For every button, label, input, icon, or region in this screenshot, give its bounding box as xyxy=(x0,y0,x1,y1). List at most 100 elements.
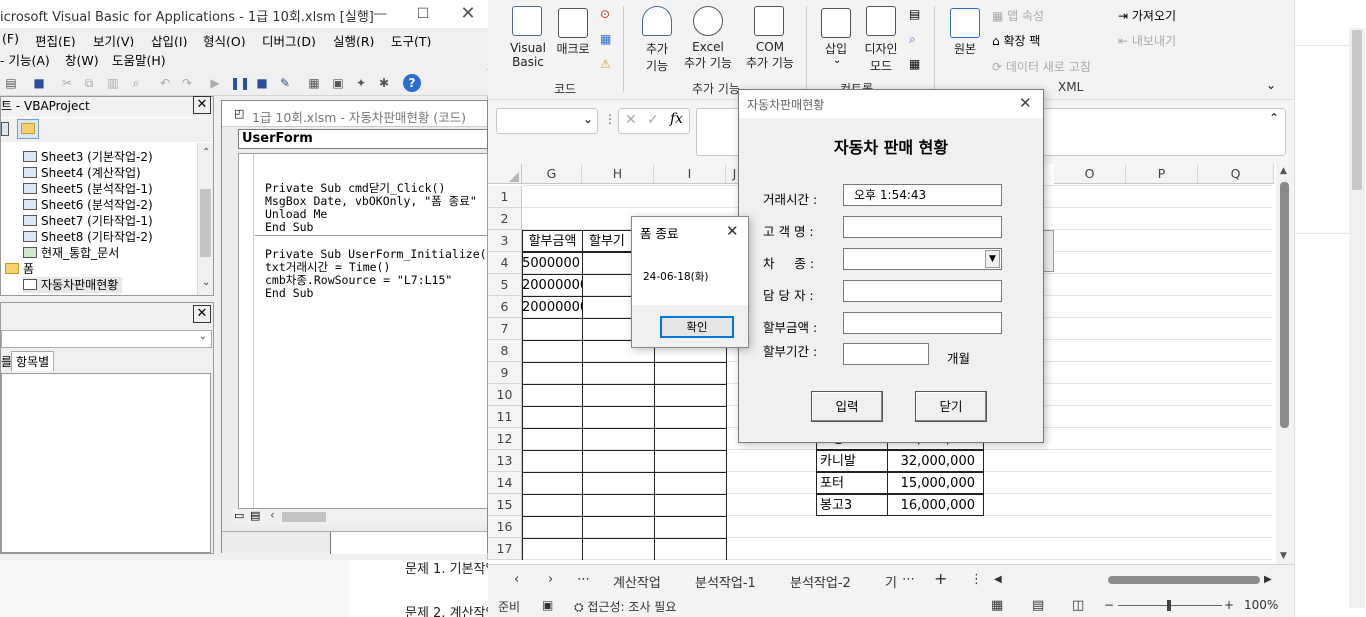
expansion-pack-button[interactable]: ⌂ 확장 팩 xyxy=(992,32,1040,49)
page-break-icon[interactable]: ◫ xyxy=(1072,598,1084,613)
sheet-button-shape[interactable] xyxy=(1044,230,1054,272)
column-header[interactable]: H xyxy=(582,164,654,184)
view-code-icon[interactable]: ⌕ xyxy=(909,32,916,47)
hscroll-left-icon[interactable]: ◀ xyxy=(994,574,1002,585)
amount-field[interactable] xyxy=(843,312,1002,334)
tree-folder-forms[interactable]: 폼 xyxy=(5,261,34,277)
tree-item[interactable]: Sheet4 (계산작업) xyxy=(23,165,141,181)
ribbon-collapse-icon[interactable]: ⌄ xyxy=(1266,78,1276,92)
tree-item[interactable]: 현재_통합_문서 xyxy=(23,245,119,261)
design-mode-icon[interactable]: ✎ xyxy=(276,74,294,92)
zoom-slider[interactable] xyxy=(1118,600,1222,611)
zoom-in-icon[interactable]: + xyxy=(1224,598,1234,612)
copy-icon[interactable]: ⧉ xyxy=(80,74,98,92)
cancel-icon[interactable]: ✕ xyxy=(625,112,637,128)
tab-sheet[interactable]: 계산작업 xyxy=(613,572,661,591)
cell-m13[interactable]: 32,000,000 xyxy=(887,450,984,472)
row-header[interactable]: 5 xyxy=(488,274,522,296)
cell-m15[interactable]: 16,000,000 xyxy=(887,494,984,516)
scroll-up-icon[interactable]: ▲ xyxy=(1280,166,1287,176)
row-header[interactable]: 10 xyxy=(488,384,522,406)
menu-file[interactable]: (F) xyxy=(2,31,19,46)
run-icon[interactable]: ▶ xyxy=(206,74,224,92)
insert-function-icon[interactable]: fx xyxy=(670,111,683,127)
row-header[interactable]: 17 xyxy=(488,538,522,560)
project-explorer-icon[interactable]: ▦ xyxy=(305,74,323,92)
select-all-corner[interactable] xyxy=(488,164,522,184)
tab-categorized[interactable]: 항목별 xyxy=(11,351,55,371)
toolbox-icon[interactable]: ✱ xyxy=(375,74,393,92)
code-editor[interactable]: Private Sub cmd닫기_Click() MsgBox Date, v… xyxy=(238,153,493,509)
close-icon[interactable]: ✕ xyxy=(458,4,478,24)
row-header[interactable]: 12 xyxy=(488,428,522,450)
customer-field[interactable] xyxy=(843,216,1002,238)
cell-g3[interactable]: 할부금액 xyxy=(522,230,583,252)
menu-window[interactable]: 창(W) xyxy=(65,50,99,69)
accessibility-status[interactable]: ⛭ 접근성: 조사 필요 xyxy=(574,598,676,615)
add-sheet-icon[interactable]: + xyxy=(934,569,947,588)
paste-icon[interactable]: ▥ xyxy=(104,74,122,92)
grid-vscroll[interactable]: ▲ ▼ xyxy=(1276,164,1294,564)
hscroll-thumb[interactable] xyxy=(1108,576,1260,584)
macro-security-icon[interactable]: ⚠ xyxy=(600,57,611,71)
column-header[interactable]: I xyxy=(654,164,726,184)
row-header[interactable]: 1 xyxy=(488,186,522,208)
name-box[interactable]: ⌄ xyxy=(496,108,598,134)
tree-item[interactable]: Sheet3 (기본작업-2) xyxy=(23,149,153,165)
record-macro-icon[interactable]: ⊙ xyxy=(600,7,610,21)
import-button[interactable]: ⇥ 가져오기 xyxy=(1118,7,1176,24)
cell-g6[interactable]: 20000000 xyxy=(522,297,582,319)
model-combobox[interactable]: ▼ xyxy=(843,248,1002,270)
more-sheets-icon[interactable]: ⋯ xyxy=(902,572,915,587)
column-header[interactable]: G xyxy=(522,164,582,184)
panel-close-icon[interactable]: ✕ xyxy=(193,305,211,323)
source-button[interactable]: 원본 xyxy=(946,40,984,57)
reset-icon[interactable]: ■ xyxy=(253,74,271,92)
row-header[interactable]: 11 xyxy=(488,406,522,428)
row-header[interactable]: 3 xyxy=(488,230,522,252)
redo-icon[interactable]: ↷ xyxy=(178,74,196,92)
map-properties-button[interactable]: ▦ 맵 속성 xyxy=(992,7,1044,24)
cell-l14[interactable]: 포터 xyxy=(816,472,888,494)
excel-addins-button[interactable]: Excel 추가 기능 xyxy=(680,40,736,71)
dropdown-arrow-icon[interactable]: ▼ xyxy=(985,250,1000,268)
toggle-folders-icon[interactable] xyxy=(17,119,39,139)
cell-l13[interactable]: 카니발 xyxy=(816,450,888,472)
time-field[interactable]: 오후 1:54:43 xyxy=(843,184,1002,206)
input-button[interactable]: 입력 xyxy=(811,391,883,422)
ok-button[interactable]: 확인 xyxy=(660,316,734,338)
scroll-down-icon[interactable]: ⌄ xyxy=(202,277,210,288)
row-header[interactable]: 8 xyxy=(488,340,522,362)
code-hscroll[interactable]: ▭ ▤ ‹ xyxy=(232,508,487,525)
tab-sheet[interactable]: 분석작업-1 xyxy=(695,572,756,591)
save-icon[interactable]: ■ xyxy=(30,74,48,92)
page-layout-icon[interactable]: ▤ xyxy=(1032,598,1044,613)
scroll-up-icon[interactable]: ⌃ xyxy=(202,147,210,158)
column-header[interactable]: O xyxy=(1054,164,1126,184)
row-header[interactable]: 16 xyxy=(488,516,522,538)
row-header[interactable]: 15 xyxy=(488,494,522,516)
cell-m14[interactable]: 15,000,000 xyxy=(887,472,984,494)
row-header[interactable]: 4 xyxy=(488,252,522,274)
addins-button[interactable]: 추가 기능 xyxy=(638,40,676,74)
export-button[interactable]: ⇤ 내보내기 xyxy=(1118,32,1176,49)
immediate-window[interactable] xyxy=(330,532,487,554)
properties-icon[interactable]: ▤ xyxy=(909,7,920,21)
break-icon[interactable]: ❚❚ xyxy=(230,74,250,92)
row-header[interactable]: 9 xyxy=(488,362,522,384)
close-button[interactable]: 닫기 xyxy=(915,391,987,422)
properties-icon[interactable]: ▣ xyxy=(329,74,347,92)
com-addins-button[interactable]: COM 추가 기능 xyxy=(741,40,799,71)
tab-sheet[interactable]: 기 xyxy=(885,572,897,591)
visual-basic-button[interactable]: Visual Basic xyxy=(508,41,548,69)
menu-help[interactable]: 도움말(H) xyxy=(112,50,166,69)
confirm-icon[interactable]: ✓ xyxy=(647,112,659,128)
run-dialog-icon[interactable]: ▦ xyxy=(909,57,920,71)
tree-item[interactable]: Sheet8 (기타작업-2) xyxy=(23,229,153,245)
zoom-out-icon[interactable]: − xyxy=(1104,598,1114,612)
maximize-icon[interactable]: ☐ xyxy=(413,4,433,24)
period-field[interactable] xyxy=(843,343,929,365)
chevron-up-icon[interactable]: ⌃ xyxy=(1269,111,1279,125)
minimize-icon[interactable]: — xyxy=(370,4,390,24)
refresh-data-button[interactable]: ⟳ 데이터 새로 고침 xyxy=(992,58,1091,75)
